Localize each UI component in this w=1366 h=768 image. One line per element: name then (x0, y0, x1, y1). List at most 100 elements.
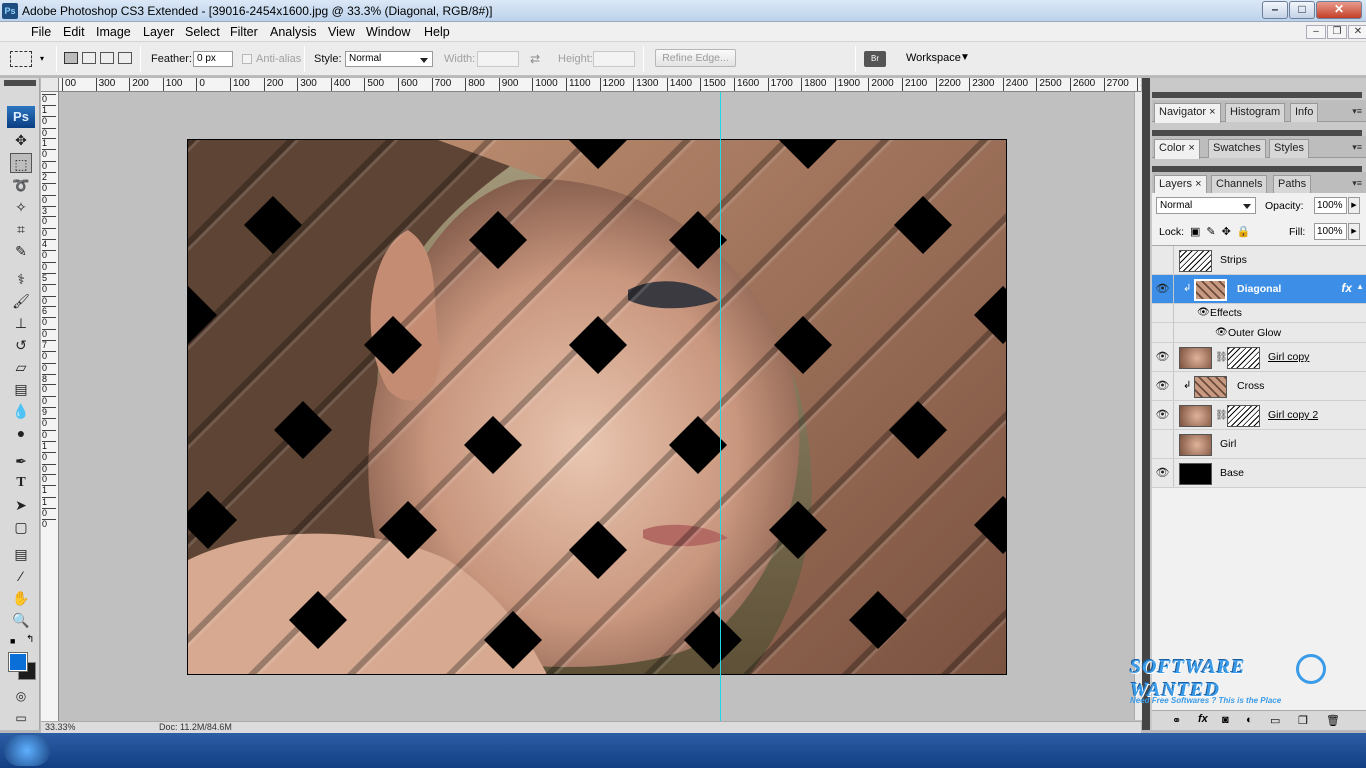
tab-styles[interactable]: Styles (1269, 139, 1309, 158)
doc-restore-button[interactable]: ❐ (1327, 25, 1347, 39)
hand-icon[interactable]: ✋ (10, 588, 32, 608)
layer-name[interactable]: Girl copy 2 (1268, 409, 1318, 421)
layer-name[interactable]: Girl (1220, 438, 1236, 450)
maximize-button[interactable]: □ (1289, 1, 1315, 19)
eye-icon[interactable]: 👁 (1152, 275, 1174, 303)
menu-layer[interactable]: Layer (143, 25, 174, 39)
intersect-selection-icon[interactable] (118, 52, 132, 64)
layer-name[interactable]: Base (1220, 467, 1244, 479)
opacity-slider-button[interactable]: ▶ (1348, 197, 1360, 214)
layer-name[interactable]: Diagonal (1237, 283, 1281, 295)
toolbox-grip[interactable] (4, 80, 36, 86)
quick-mask-icon[interactable]: ◎ (10, 686, 32, 706)
tab-color[interactable]: Color × (1154, 139, 1200, 159)
layer-effect-outer-glow[interactable]: 👁 Outer Glow (1152, 323, 1366, 343)
vertical-ruler[interactable]: 010010020030040050060070080090010001100 (41, 92, 59, 722)
style-select[interactable]: Normal (345, 51, 433, 67)
layer-row-strips[interactable]: Strips (1152, 246, 1366, 275)
tab-paths[interactable]: Paths (1273, 175, 1312, 194)
new-layer-icon[interactable]: ❐ (1298, 714, 1308, 727)
new-group-icon[interactable]: ▭ (1270, 714, 1280, 727)
eye-icon[interactable]: 👁 (1197, 307, 1210, 318)
menu-window[interactable]: Window (366, 25, 410, 39)
subtract-selection-icon[interactable] (100, 52, 114, 64)
panel-menu-icon[interactable]: ▾≡ (1352, 178, 1362, 189)
marquee-icon[interactable]: ⬚ (10, 153, 32, 173)
bridge-icon[interactable]: Br (864, 51, 886, 67)
brush-icon[interactable]: 🖌 (10, 291, 32, 311)
menu-filter[interactable]: Filter (230, 25, 258, 39)
lock-icons[interactable]: ▣✎✥🔒 (1190, 225, 1257, 238)
panel-group-header[interactable] (1152, 92, 1362, 98)
eye-icon[interactable]: 👁 (1215, 327, 1228, 338)
doc-close-button[interactable]: ✕ (1348, 25, 1366, 39)
menu-help[interactable]: Help (424, 25, 450, 39)
type-icon[interactable]: T (10, 473, 32, 493)
feather-input[interactable]: 0 px (193, 51, 233, 67)
delete-layer-icon[interactable]: 🗑 (1326, 714, 1340, 727)
minimize-button[interactable]: – (1262, 1, 1288, 19)
doc-minimize-button[interactable]: – (1306, 25, 1326, 39)
tab-swatches[interactable]: Swatches (1208, 139, 1266, 158)
image-canvas[interactable] (187, 139, 1007, 675)
blur-icon[interactable]: 💧 (10, 401, 32, 421)
path-select-icon[interactable]: ➤ (10, 495, 32, 515)
layer-style-fx[interactable]: fx (1341, 281, 1352, 295)
visibility-toggle[interactable] (1152, 246, 1174, 274)
workspace-button[interactable]: Workspace (906, 52, 961, 64)
history-brush-icon[interactable]: ↺ (10, 335, 32, 355)
layer-mask-thumbnail[interactable] (1227, 405, 1260, 427)
chevron-down-icon[interactable]: ▼ (960, 52, 970, 63)
shape-icon[interactable]: ▢ (10, 517, 32, 537)
zoom-level[interactable]: 33.33% (45, 722, 76, 732)
tab-layers[interactable]: Layers × (1154, 175, 1207, 195)
lasso-icon[interactable]: ➰ (10, 175, 32, 195)
eyedropper-icon[interactable]: ⁄ (10, 566, 32, 586)
panel-menu-icon[interactable]: ▾≡ (1352, 106, 1362, 117)
ruler-origin[interactable] (41, 78, 59, 92)
height-input[interactable] (593, 51, 635, 67)
slice-icon[interactable]: ✎ (10, 241, 32, 261)
healing-brush-icon[interactable]: ⚕ (10, 269, 32, 289)
move-icon[interactable]: ✥ (10, 130, 32, 150)
menu-analysis[interactable]: Analysis (270, 25, 317, 39)
menu-file[interactable]: File (31, 25, 51, 39)
menu-view[interactable]: View (328, 25, 355, 39)
menu-select[interactable]: Select (185, 25, 220, 39)
layer-mask-thumbnail[interactable] (1227, 347, 1260, 369)
layer-name[interactable]: Strips (1220, 254, 1247, 266)
marquee-preset-icon[interactable] (10, 51, 32, 67)
layer-row-base[interactable]: 👁 Base (1152, 459, 1366, 488)
visibility-toggle[interactable] (1152, 430, 1174, 458)
panel-menu-icon[interactable]: ▾≡ (1352, 142, 1362, 153)
blend-mode-select[interactable]: Normal (1156, 197, 1256, 214)
new-selection-icon[interactable] (64, 52, 78, 64)
eye-icon[interactable]: 👁 (1152, 343, 1174, 371)
swap-colors-icon[interactable]: ↰ (26, 634, 34, 645)
foreground-color-swatch[interactable] (8, 652, 28, 672)
zoom-icon[interactable]: 🔍 (10, 610, 32, 630)
default-colors-icon[interactable]: ■ (10, 636, 15, 646)
dodge-icon[interactable]: ● (10, 423, 32, 443)
screen-mode-icon[interactable]: ▭ (10, 708, 32, 728)
opacity-input[interactable]: 100% (1314, 197, 1347, 214)
layer-effects-row[interactable]: 👁 Effects (1152, 304, 1366, 323)
tab-navigator[interactable]: Navigator × (1154, 103, 1221, 123)
menu-image[interactable]: Image (96, 25, 131, 39)
fill-slider-button[interactable]: ▶ (1348, 223, 1360, 240)
layer-row-cross[interactable]: 👁 ↲ Cross (1152, 372, 1366, 401)
chevron-up-icon[interactable]: ▲ (1356, 282, 1364, 291)
layer-row-girl-copy[interactable]: 👁 ⛓ Girl copy (1152, 343, 1366, 372)
eye-icon[interactable]: 👁 (1152, 372, 1174, 400)
add-style-icon[interactable]: fx (1198, 713, 1208, 725)
effect-name[interactable]: Outer Glow (1228, 327, 1281, 339)
width-input[interactable] (477, 51, 519, 67)
panel-collapse-strip[interactable] (1142, 78, 1150, 730)
notes-icon[interactable]: ▤ (10, 544, 32, 564)
tab-histogram[interactable]: Histogram (1225, 103, 1286, 122)
layer-name[interactable]: Girl copy (1268, 351, 1309, 363)
anti-alias-checkbox[interactable] (242, 54, 252, 64)
chevron-down-icon[interactable]: ▾ (40, 54, 44, 63)
refine-edge-button[interactable]: Refine Edge... (655, 49, 736, 67)
magic-wand-icon[interactable]: ✧ (10, 197, 32, 217)
